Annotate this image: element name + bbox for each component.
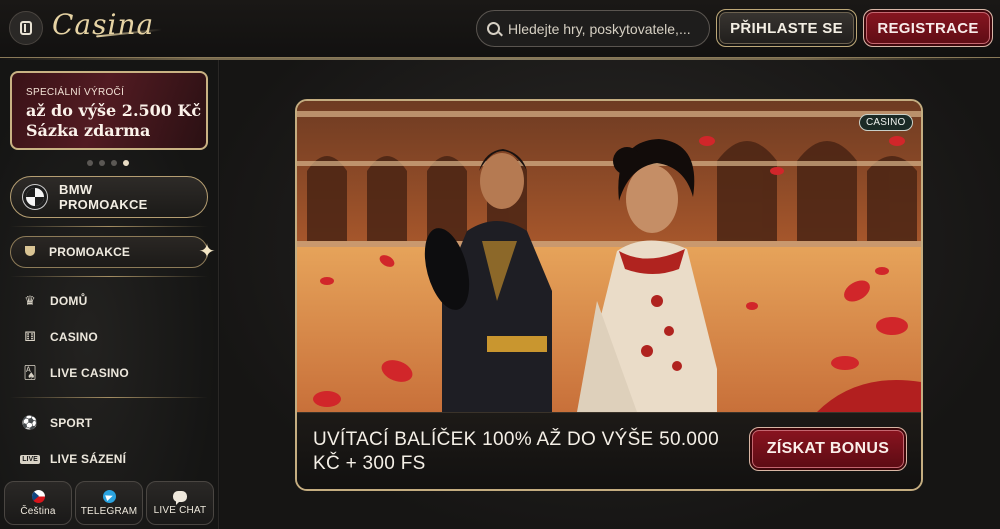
telegram-icon bbox=[102, 489, 116, 503]
promo-kicker: SPECIÁLNÍ VÝROČÍ bbox=[26, 87, 125, 98]
tulip-icon bbox=[23, 245, 37, 259]
promo-free-bet: Sázka zdarma bbox=[26, 121, 151, 140]
czech-flag-icon bbox=[31, 489, 45, 503]
sidebar-item-sport[interactable]: ⚽ SPORT bbox=[22, 412, 92, 434]
sidebar-item-label: DOMŮ bbox=[50, 294, 88, 308]
sidebar-item-home[interactable]: ♛ DOMŮ bbox=[22, 290, 87, 312]
search-box[interactable] bbox=[476, 10, 710, 47]
login-button[interactable]: PŘIHLASTE SE bbox=[716, 9, 857, 47]
live-chat-button[interactable]: LIVE CHAT bbox=[146, 481, 214, 525]
search-input[interactable] bbox=[508, 20, 698, 37]
bmw-label-line2: PROMOAKCE bbox=[59, 197, 148, 212]
get-bonus-button[interactable]: ZÍSKAT BONUS bbox=[749, 427, 907, 471]
divider bbox=[10, 226, 208, 227]
soccer-ball-icon: ⚽ bbox=[21, 415, 39, 430]
carousel-dot[interactable] bbox=[87, 160, 93, 166]
casina-logo[interactable]: Casina bbox=[52, 8, 154, 48]
banner-caption-bar: UVÍTACÍ BALÍČEK 100% AŽ DO VÝŠE 50.000 K… bbox=[297, 412, 921, 489]
sidebar: SPECIÁLNÍ VÝROČÍ až do výše 2.500 Kč Sáz… bbox=[0, 60, 219, 529]
bullring-illustration bbox=[297, 101, 921, 412]
language-label: Čeština bbox=[20, 505, 56, 517]
bmw-logo-icon bbox=[23, 185, 47, 209]
cards-icon: 🂡 bbox=[23, 365, 37, 380]
promo-amount: až do výše 2.500 Kč bbox=[26, 101, 202, 120]
sidebar-toggle-button[interactable] bbox=[9, 11, 43, 45]
home-crown-icon: ♛ bbox=[24, 293, 36, 308]
carousel-dot[interactable] bbox=[99, 160, 105, 166]
live-tag: LIVE bbox=[20, 454, 40, 464]
sidebar-item-label: SPORT bbox=[50, 416, 93, 430]
carousel-dots bbox=[87, 160, 129, 166]
welcome-banner[interactable]: CASINO UVÍTACÍ BALÍČEK 100% AŽ DO VÝŠE 5… bbox=[295, 99, 923, 491]
sidebar-item-live-casino[interactable]: 🂡 LIVE CASINO bbox=[22, 362, 129, 384]
casino-badge: CASINO bbox=[859, 114, 913, 131]
telegram-button[interactable]: TELEGRAM bbox=[75, 481, 143, 525]
sidebar-item-casino[interactable]: ⚅ CASINO bbox=[22, 326, 98, 348]
language-button[interactable]: Čeština bbox=[4, 481, 72, 525]
banner-caption: UVÍTACÍ BALÍČEK 100% AŽ DO VÝŠE 50.000 K… bbox=[313, 429, 720, 474]
sidebar-item-label: CASINO bbox=[50, 330, 98, 344]
divider bbox=[10, 276, 208, 277]
carousel-dot-active[interactable] bbox=[123, 160, 129, 166]
divider bbox=[10, 397, 208, 398]
dice-icon: ⚅ bbox=[24, 329, 36, 344]
register-button[interactable]: REGISTRACE bbox=[863, 9, 993, 47]
sidebar-item-label: PROMOAKCE bbox=[49, 245, 131, 259]
sidebar-promo-card[interactable]: SPECIÁLNÍ VÝROČÍ až do výše 2.500 Kč Sáz… bbox=[10, 71, 208, 150]
search-icon bbox=[487, 22, 500, 35]
banner-image: CASINO bbox=[297, 101, 921, 412]
live-icon: LIVE bbox=[20, 451, 40, 467]
bmw-label-line1: BMW bbox=[59, 182, 93, 197]
bmw-promo-label: BMW PROMOAKCE bbox=[59, 182, 148, 212]
chat-bubble-icon bbox=[173, 490, 187, 505]
live-chat-label: LIVE CHAT bbox=[153, 504, 207, 516]
sidebar-item-promoakce[interactable]: PROMOAKCE bbox=[10, 236, 208, 268]
carousel-dot[interactable] bbox=[111, 160, 117, 166]
bmw-promo-button[interactable]: BMW PROMOAKCE bbox=[10, 176, 208, 218]
sidebar-item-label: LIVE CASINO bbox=[50, 366, 129, 380]
sidebar-item-label: LIVE SÁZENÍ bbox=[50, 452, 127, 466]
telegram-label: TELEGRAM bbox=[80, 505, 138, 517]
sidebar-toggle-icon bbox=[20, 21, 32, 35]
sparkle-icon: ✦ bbox=[198, 241, 216, 263]
sidebar-item-live-betting[interactable]: LIVE LIVE SÁZENÍ bbox=[20, 448, 127, 470]
top-header: Casina PŘIHLASTE SE REGISTRACE bbox=[0, 0, 1000, 58]
